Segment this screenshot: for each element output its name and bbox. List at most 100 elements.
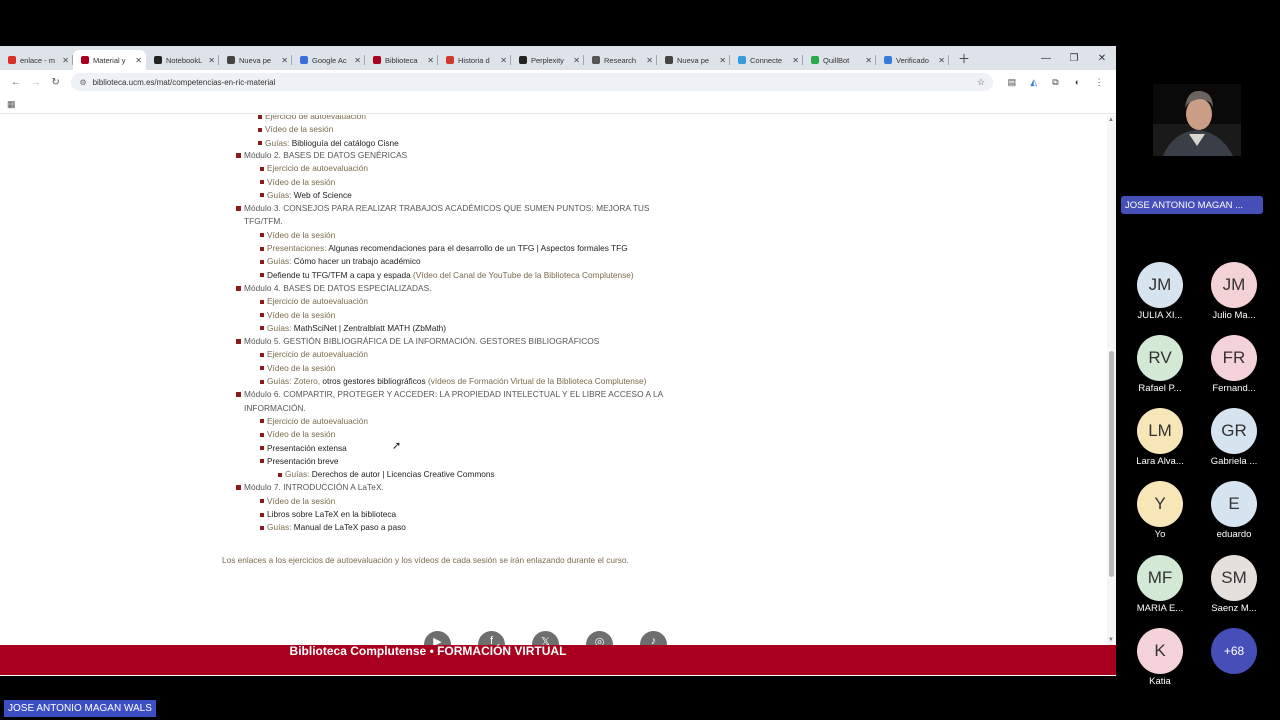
forward-icon[interactable]: → [26, 77, 46, 88]
browser-tab[interactable]: Research ✕ [584, 50, 657, 70]
item-link[interactable]: otros gestores bibliográficos [322, 376, 425, 386]
tab-close-icon[interactable]: ✕ [62, 56, 69, 65]
back-icon[interactable]: ← [6, 77, 26, 88]
item-lead-text: Ejercicio de autoevaluación [265, 115, 367, 121]
avatar: E [1211, 481, 1257, 527]
browser-tab[interactable]: Perplexity ✕ [511, 50, 584, 70]
participant-tile[interactable]: LM Lara Alva... [1125, 408, 1195, 467]
participant-tile[interactable]: JM JULIA XI... [1125, 262, 1195, 321]
item-link[interactable]: Manual de LaTeX paso a paso [294, 522, 406, 532]
browser-tab[interactable]: Biblioteca ✕ [365, 50, 438, 70]
browser-tab[interactable]: Historia d ✕ [438, 50, 511, 70]
participant-tile[interactable]: RV Rafael P... [1125, 335, 1195, 394]
extensions-puzzle-icon[interactable]: ⧉ [1045, 77, 1067, 88]
tab-label: Research [604, 55, 637, 65]
item-lead-text: Ejercicio de autoevaluación [267, 296, 369, 307]
site-info-icon[interactable]: ⚙ [79, 78, 86, 87]
facebook-icon[interactable]: f [478, 631, 505, 645]
tab-close-icon[interactable]: ✕ [938, 56, 945, 65]
tab-close-icon[interactable]: ✕ [354, 56, 361, 65]
tab-close-icon[interactable]: ✕ [865, 56, 872, 65]
participant-name: MARIA E... [1136, 603, 1184, 614]
item-link[interactable]: Biblioguía del catálogo Cisne [292, 138, 399, 148]
instagram-icon[interactable]: ◎ [586, 631, 613, 645]
youtube-icon[interactable]: ▶ [424, 631, 451, 645]
tab-close-icon[interactable]: ✕ [135, 56, 142, 65]
module-1-items: Ejercicio de autoevaluación Vídeo de la s… [258, 115, 678, 150]
tab-label: Historia d [458, 55, 490, 65]
module-item: Módulo 6. COMPARTIR, PROTEGER Y ACCEDER:… [236, 388, 666, 481]
browser-tab[interactable]: Material y ✕ [73, 50, 146, 70]
browser-tab[interactable]: QuillBot ✕ [803, 50, 876, 70]
tiktok-icon[interactable]: ♪ [640, 631, 667, 645]
reload-icon[interactable]: ↻ [46, 77, 66, 88]
sessions-note: Los enlaces a los ejercicios de autoeval… [222, 555, 629, 565]
scroll-up-icon[interactable]: ▲ [1108, 117, 1114, 123]
browser-tab[interactable]: NotebookL ✕ [146, 50, 219, 70]
reading-mode-icon[interactable]: ▤ [1001, 77, 1023, 88]
tab-close-icon[interactable]: ✕ [208, 56, 215, 65]
tab-close-icon[interactable]: ✕ [792, 56, 799, 65]
new-tab-button[interactable]: ＋ [953, 50, 975, 67]
page-scrollbar[interactable]: ▲ ▼ [1107, 115, 1116, 645]
tab-close-icon[interactable]: ✕ [500, 56, 507, 65]
participant-tile[interactable]: JM Julio Ma... [1199, 262, 1269, 321]
item-link[interactable]: Presentación breve [267, 456, 339, 466]
item-link[interactable]: Algunas recomendaciones para el desarrol… [328, 243, 627, 253]
tab-favicon-icon [884, 56, 892, 64]
list-item: Guías: Web of Science [260, 189, 666, 202]
item-tail-text: (vídeos de Formación Virtual de la Bibli… [425, 376, 647, 387]
item-lead-text: Guías: [267, 322, 294, 333]
item-link[interactable]: Defiende tu TFG/TFM a capa y espada [267, 270, 411, 280]
footer-title: Biblioteca Complutense • FORMACIÓN VIRTU… [289, 644, 567, 658]
scroll-down-icon[interactable]: ▼ [1108, 637, 1114, 643]
browser-tab[interactable]: Google Ac ✕ [292, 50, 365, 70]
extension-chart-icon[interactable]: ◭ [1023, 77, 1045, 88]
participant-tile[interactable]: Eeduardo [1199, 481, 1269, 540]
participant-tile[interactable]: K Katia [1125, 628, 1195, 687]
menu-kebab-icon[interactable]: ⋮ [1088, 77, 1110, 88]
address-bar[interactable]: ⚙ biblioteca.ucm.es/mat/competencias-en-… [71, 73, 993, 91]
tab-close-icon[interactable]: ✕ [719, 56, 726, 65]
item-lead-text: Vídeo de la sesión [267, 429, 336, 440]
list-item: Guías: MathSciNet | Zentralblatt MATH (Z… [260, 322, 666, 335]
item-link[interactable]: Web of Science [294, 190, 352, 200]
close-window-icon[interactable]: ✕ [1088, 53, 1116, 64]
browser-tab[interactable]: Verificado ✕ [876, 50, 949, 70]
x-icon[interactable]: 𝕏 [532, 631, 559, 645]
participant-tile[interactable]: MF MARIA E... [1125, 555, 1195, 614]
tab-favicon-icon [373, 56, 381, 64]
item-link[interactable]: Libros sobre LaTeX en la biblioteca [267, 509, 396, 519]
more-participants-button[interactable]: +68 [1199, 628, 1269, 674]
profile-icon[interactable]: ◐ [1066, 77, 1088, 87]
avatar: Y [1137, 481, 1183, 527]
tab-close-icon[interactable]: ✕ [573, 56, 580, 65]
tab-label: Material y [93, 55, 126, 65]
restore-icon[interactable]: ❐ [1060, 53, 1088, 64]
participant-tile[interactable]: SM Saenz M... [1199, 555, 1269, 614]
participant-tile[interactable]: Y Yo [1125, 481, 1195, 540]
apps-grid-icon[interactable]: ▦ [7, 99, 16, 110]
tab-close-icon[interactable]: ✕ [281, 56, 288, 65]
participant-name: eduardo [1216, 529, 1252, 540]
participant-tile[interactable]: GR Gabriela ... [1199, 408, 1269, 467]
bookmark-star-icon[interactable]: ☆ [977, 77, 985, 88]
list-item: Ejercicio de autoevaluación [260, 295, 666, 308]
tab-close-icon[interactable]: ✕ [427, 56, 434, 65]
minimize-icon[interactable]: — [1032, 53, 1060, 64]
item-link[interactable]: Derechos de autor | Licencias Creative C… [312, 469, 495, 479]
browser-tab[interactable]: enlace - m ✕ [0, 50, 73, 70]
participant-tile[interactable]: FR Fernand... [1199, 335, 1269, 394]
list-item: Vídeo de la sesión [260, 229, 666, 242]
scroll-thumb[interactable] [1109, 351, 1114, 577]
list-item: Presentación breve [260, 455, 666, 468]
browser-tab[interactable]: Nueva pe ✕ [219, 50, 292, 70]
tab-label: Nueva pe [677, 55, 710, 65]
tab-close-icon[interactable]: ✕ [646, 56, 653, 65]
item-link[interactable]: MathSciNet | Zentralblatt MATH (ZbMath) [294, 323, 446, 333]
item-link[interactable]: Cómo hacer un trabajo académico [294, 256, 421, 266]
browser-tab[interactable]: Nueva pe ✕ [657, 50, 730, 70]
item-link[interactable]: Presentación extensa [267, 443, 347, 453]
browser-tab[interactable]: Connecte ✕ [730, 50, 803, 70]
tab-label: Connecte [750, 55, 783, 65]
